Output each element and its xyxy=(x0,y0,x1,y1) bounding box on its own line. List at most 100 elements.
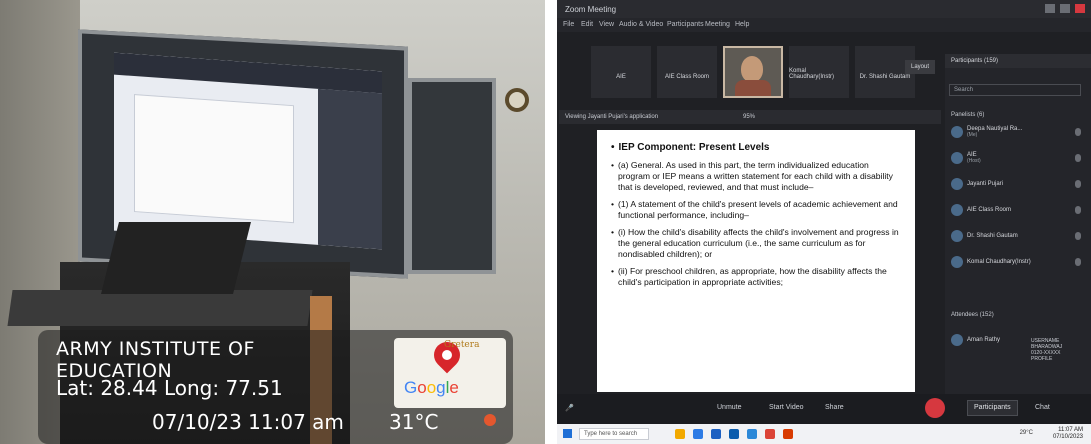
slide-title: • IEP Component: Present Levels xyxy=(611,142,770,153)
mic-icon xyxy=(1075,206,1081,214)
slide-paragraph: • (a) General. As used in this part, the … xyxy=(611,160,893,192)
participant-name: AIE Class Room xyxy=(967,207,1012,213)
participants-search[interactable]: Search xyxy=(949,84,1081,96)
mic-icon[interactable]: 🎤 xyxy=(565,404,574,412)
participant-role: (Host) xyxy=(967,158,981,164)
avatar xyxy=(951,204,963,216)
menu-audio-video[interactable]: Audio & Video xyxy=(619,21,663,28)
list-item[interactable]: Dr. Shashi Gautam xyxy=(951,226,1087,246)
chat-button[interactable]: Chat xyxy=(1035,404,1050,411)
mic-icon xyxy=(1075,154,1081,162)
avatar xyxy=(951,334,963,346)
title-bar: Zoom Meeting xyxy=(557,0,1091,18)
date[interactable]: 07/10/2023 xyxy=(1053,434,1083,441)
panelists-header[interactable]: Panelists (6) xyxy=(951,112,984,118)
powerpoint-icon[interactable] xyxy=(783,429,793,439)
video-tiles: AIE AIE Class Room Komal Chaudhary(Instr… xyxy=(591,46,915,98)
window-title: Zoom Meeting xyxy=(565,5,617,14)
edge-icon[interactable] xyxy=(693,429,703,439)
zoom-meeting-window: Zoom Meeting File Edit View Audio & Vide… xyxy=(557,0,1091,444)
geotag-lat-long: Lat: 28.44 Long: 77.51 xyxy=(56,376,283,400)
video-tile[interactable]: AIE xyxy=(591,46,651,98)
slide-paragraph: • (i) How the child's disability affects … xyxy=(611,227,899,259)
menu-meeting[interactable]: Meeting xyxy=(705,21,730,28)
geotag-temperature: 31°C xyxy=(389,410,439,434)
avatar xyxy=(951,126,963,138)
avatar xyxy=(951,256,963,268)
map-thumbnail: Gretera Google xyxy=(394,338,506,408)
classroom-photo: ARMY INSTITUTE OF EDUCATION Lat: 28.44 L… xyxy=(0,0,545,444)
composite-screenshot: ARMY INSTITUTE OF EDUCATION Lat: 28.44 L… xyxy=(0,0,1091,444)
start-video-button[interactable]: Start Video xyxy=(769,404,804,411)
zoom-level[interactable]: 95% xyxy=(743,114,755,120)
participant-name: Komal Chaudhary(Instr) xyxy=(967,259,1031,265)
geotag-datetime: 07/10/23 11:07 am xyxy=(152,410,344,434)
share-button[interactable]: Share xyxy=(825,404,844,411)
chrome-icon[interactable] xyxy=(765,429,775,439)
location-line-1: ARMY INSTITUTE OF xyxy=(56,338,255,360)
laptop xyxy=(101,222,251,294)
menu-participants[interactable]: Participants xyxy=(667,21,704,28)
weather-icon xyxy=(484,414,496,426)
participant-name: Dr. Shashi Gautam xyxy=(967,233,1018,239)
participant-role: (Me) xyxy=(967,132,978,138)
word-icon[interactable] xyxy=(729,429,739,439)
share-status-bar: Viewing Jayanti Pujari's application 95% xyxy=(559,110,941,124)
mic-icon xyxy=(1075,258,1081,266)
avatar xyxy=(951,152,963,164)
menu-file[interactable]: File xyxy=(563,21,574,28)
slide-paragraph: • (1) A statement of the child's present … xyxy=(611,199,898,220)
participant-name: Aman Rathy xyxy=(967,337,1001,343)
projected-slide xyxy=(134,94,294,224)
zoom-icon[interactable] xyxy=(747,429,757,439)
speaker-face xyxy=(741,56,763,82)
file-explorer-icon[interactable] xyxy=(675,429,685,439)
minimize-icon[interactable] xyxy=(1045,4,1055,13)
list-item[interactable]: AIE (Host) xyxy=(951,148,1087,168)
attendees-header[interactable]: Attendees (152) xyxy=(951,312,994,318)
unmute-button[interactable]: Unmute xyxy=(717,404,742,411)
participants-button[interactable]: Participants xyxy=(967,400,1018,416)
projected-screen xyxy=(114,52,382,250)
menu-bar: File Edit View Audio & Video Participant… xyxy=(557,18,1091,32)
end-button[interactable] xyxy=(925,398,945,418)
wall-clock xyxy=(505,88,529,112)
close-icon[interactable] xyxy=(1075,4,1085,13)
google-logo: Google xyxy=(404,378,459,397)
taskbar-search-input[interactable]: Type here to search xyxy=(579,428,649,440)
list-item[interactable]: Deepa Nautiyal Ra... (Me) xyxy=(951,122,1087,142)
list-item[interactable]: AIE Class Room xyxy=(951,200,1087,220)
avatar xyxy=(951,230,963,242)
video-tile[interactable]: AIE Class Room xyxy=(657,46,717,98)
menu-help[interactable]: Help xyxy=(735,21,749,28)
list-item[interactable]: Aman Rathy xyxy=(951,330,1087,350)
list-item[interactable]: Jayanti Pujari xyxy=(951,174,1087,194)
clock[interactable]: 11:07 AM xyxy=(1053,427,1083,434)
podium-top xyxy=(7,290,313,326)
avatar xyxy=(951,178,963,190)
share-status: Viewing Jayanti Pujari's application xyxy=(565,114,659,120)
windows-taskbar: Type here to search 11:07 AM 07/10/2023 … xyxy=(557,424,1091,444)
attendee-meta: USERNAME BHARADWAJ 0120-XXXXX PROFILE xyxy=(1031,338,1063,362)
menu-edit[interactable]: Edit xyxy=(581,21,593,28)
system-tray: 11:07 AM 07/10/2023 xyxy=(1053,427,1083,441)
map-place-label: Gretera xyxy=(444,340,480,350)
mic-icon xyxy=(1075,180,1081,188)
layout-button[interactable]: Layout xyxy=(905,60,935,74)
video-tile[interactable]: Komal Chaudhary(Instr) xyxy=(789,46,849,98)
meeting-toolbar: 🎤 Unmute Start Video Share Participants … xyxy=(557,394,1091,424)
active-speaker-tile[interactable] xyxy=(723,46,783,98)
mic-icon xyxy=(1075,232,1081,240)
menu-view[interactable]: View xyxy=(599,21,614,28)
weather-temp[interactable]: 29°C xyxy=(1020,430,1033,436)
windows-start-icon[interactable] xyxy=(563,429,572,438)
panel-title: Participants (159) xyxy=(945,54,1091,68)
taskbar-apps xyxy=(675,429,793,439)
participants-panel: Participants (159) Search Panelists (6) … xyxy=(945,54,1091,394)
store-icon[interactable] xyxy=(711,429,721,439)
slide-paragraph: • (ii) For preschool children, as appropr… xyxy=(611,266,887,287)
projected-side-panel xyxy=(318,88,382,250)
maximize-icon[interactable] xyxy=(1060,4,1070,13)
mic-icon xyxy=(1075,128,1081,136)
list-item[interactable]: Komal Chaudhary(Instr) xyxy=(951,252,1087,272)
